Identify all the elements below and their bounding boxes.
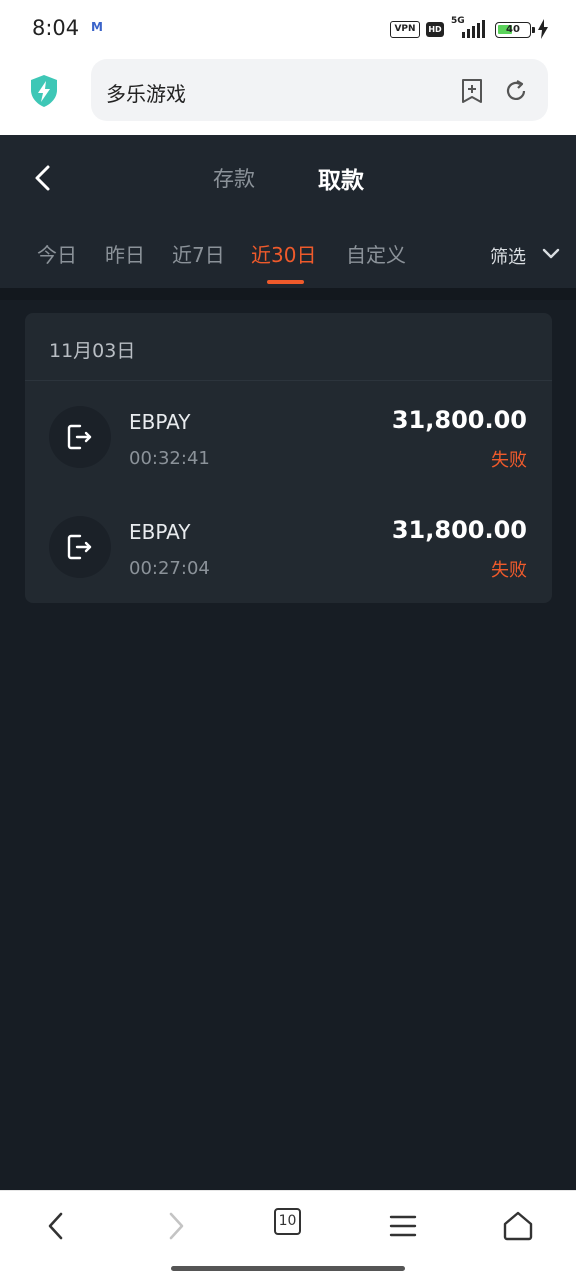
filter-30-days[interactable]: 近30日 — [251, 239, 316, 268]
withdraw-icon — [49, 406, 111, 468]
menu-icon[interactable] — [386, 1209, 420, 1243]
home-indicator[interactable] — [171, 1266, 405, 1271]
filter-7-days[interactable]: 近7日 — [172, 239, 225, 268]
active-filter-indicator — [267, 280, 304, 284]
record-time: 00:27:04 — [129, 558, 210, 579]
record-channel: EBPAY — [129, 410, 191, 434]
list-item[interactable]: EBPAY 00:27:04 31,800.00 失败 — [25, 491, 552, 601]
record-card: 11月03日 EBPAY 00:32:41 31,800.00 失败 EBPAY… — [25, 313, 552, 603]
vpn-icon: VPN — [390, 21, 420, 38]
filter-yesterday[interactable]: 昨日 — [105, 239, 145, 268]
record-channel: EBPAY — [129, 520, 191, 544]
reload-icon[interactable] — [503, 78, 529, 104]
list-item[interactable]: EBPAY 00:32:41 31,800.00 失败 — [25, 381, 552, 491]
browser-toolbar: 多乐游戏 — [0, 58, 576, 135]
withdraw-icon — [49, 516, 111, 578]
status-badge: 失败 — [491, 450, 527, 471]
home-icon[interactable] — [501, 1209, 535, 1243]
divider — [0, 288, 576, 300]
status-bar: 8:04 M VPN HD 5G 40 — [0, 0, 576, 58]
tab-withdraw[interactable]: 取款 — [318, 161, 364, 195]
filter-today[interactable]: 今日 — [37, 239, 77, 268]
add-bookmark-icon[interactable] — [460, 78, 484, 104]
record-time: 00:32:41 — [129, 448, 210, 469]
charging-icon — [538, 19, 548, 39]
back-arrow-icon[interactable] — [30, 163, 60, 193]
tabs-button[interactable]: 10 — [274, 1208, 301, 1235]
app-header: 存款 取款 今日 昨日 近7日 近30日 自定义 筛选 — [0, 135, 576, 288]
shield-icon[interactable] — [29, 74, 59, 108]
address-text[interactable]: 多乐游戏 — [106, 78, 186, 107]
record-date: 11月03日 — [49, 340, 136, 362]
address-bar[interactable]: 多乐游戏 — [91, 59, 548, 121]
filter-custom[interactable]: 自定义 — [346, 239, 406, 268]
browser-bottom-nav: 10 — [0, 1190, 576, 1280]
status-time: 8:04 — [32, 16, 80, 40]
battery-level: 40 — [506, 24, 520, 35]
signal-icon — [462, 20, 485, 38]
hd-icon: HD — [426, 22, 444, 37]
mail-notification-icon: M — [91, 20, 103, 34]
forward-icon[interactable] — [158, 1209, 192, 1243]
record-amount: 31,800.00 — [391, 406, 527, 434]
screen-filter-button[interactable]: 筛选 — [490, 243, 526, 269]
back-icon[interactable] — [40, 1209, 74, 1243]
battery-icon: 40 — [495, 22, 531, 38]
tab-deposit[interactable]: 存款 — [213, 163, 255, 193]
chevron-down-icon[interactable] — [542, 248, 560, 260]
record-amount: 31,800.00 — [391, 516, 527, 544]
status-badge: 失败 — [491, 560, 527, 581]
